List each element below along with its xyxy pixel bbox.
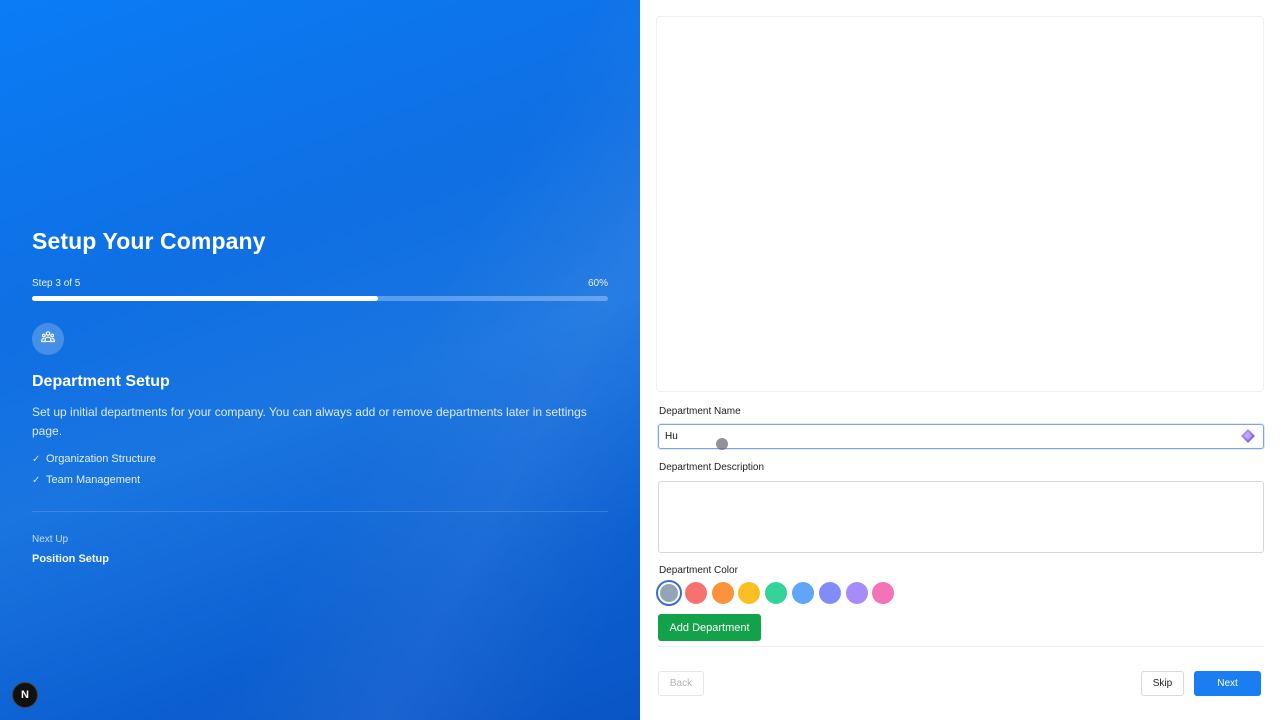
onboarding-sidebar: Setup Your Company Step 3 of 5 60% Depar…	[0, 0, 640, 720]
divider	[658, 646, 1264, 647]
color-swatch-group	[656, 580, 899, 606]
check-icon: ✓	[32, 454, 41, 465]
mouse-cursor-indicator	[716, 438, 728, 450]
progress-bar	[32, 296, 608, 301]
next-button[interactable]: Next	[1194, 671, 1261, 696]
divider	[32, 511, 608, 512]
color-swatch-9[interactable]	[872, 582, 895, 604]
checklist-label: Team Management	[46, 474, 141, 486]
department-badge	[32, 323, 64, 355]
section-description: Set up initial departments for your comp…	[32, 405, 587, 438]
color-swatch-7[interactable]	[818, 582, 841, 604]
step-row: Step 3 of 5 60%	[32, 278, 608, 289]
department-preview-area	[656, 16, 1264, 392]
department-name-label: Department Name	[659, 406, 741, 417]
list-item: ✓ Organization Structure	[32, 449, 608, 470]
progress-bar-fill	[32, 296, 378, 301]
color-swatch-2[interactable]	[684, 582, 707, 604]
department-name-input[interactable]	[658, 424, 1264, 449]
list-item: ✓ Team Management	[32, 470, 608, 491]
department-description-label: Department Description	[659, 462, 765, 473]
color-swatch-5[interactable]	[765, 582, 788, 604]
framework-logo-icon[interactable]: N	[12, 682, 38, 708]
ai-sparkle-icon[interactable]	[1240, 428, 1256, 444]
department-form-panel: Department Name Department Description D…	[640, 0, 1280, 720]
progress-percent: 60%	[587, 278, 608, 289]
color-swatch-8[interactable]	[845, 582, 868, 604]
color-swatch-3[interactable]	[711, 582, 734, 604]
skip-button[interactable]: Skip	[1141, 671, 1184, 696]
department-description-input[interactable]	[658, 481, 1264, 553]
step-label: Step 3 of 5	[32, 278, 81, 289]
team-people-icon	[40, 329, 56, 350]
department-color-label: Department Color	[659, 565, 738, 576]
onboarding-content: Setup Your Company Step 3 of 5 60% Depar…	[32, 226, 608, 565]
section-title: Department Setup	[32, 373, 170, 390]
color-swatch-6[interactable]	[791, 582, 814, 604]
add-department-button[interactable]: Add Department	[658, 614, 761, 641]
page-title: Setup Your Company	[32, 228, 266, 254]
color-swatch-4[interactable]	[738, 582, 761, 604]
next-up-value: Position Setup	[32, 553, 109, 565]
next-up-label: Next Up	[32, 534, 69, 545]
feature-checklist: ✓ Organization Structure ✓ Team Manageme…	[32, 449, 608, 491]
checklist-label: Organization Structure	[46, 453, 157, 465]
back-button[interactable]: Back	[658, 671, 704, 696]
color-swatch-1[interactable]	[656, 580, 682, 606]
check-icon: ✓	[32, 475, 41, 486]
